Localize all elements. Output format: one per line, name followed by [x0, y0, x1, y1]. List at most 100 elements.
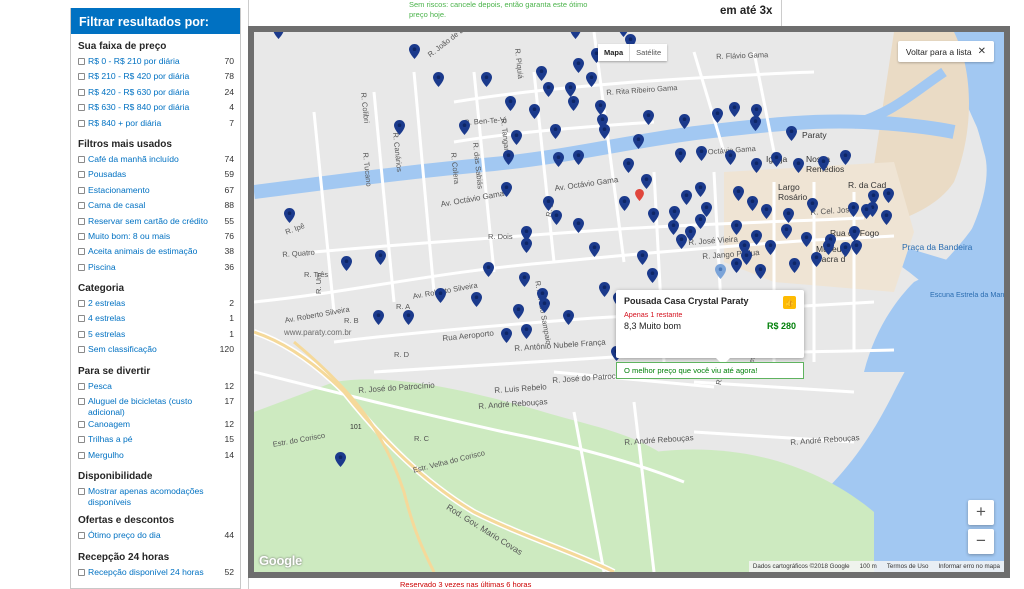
hotel-pin-icon[interactable] [801, 232, 812, 247]
filter-checkbox[interactable] [78, 263, 85, 271]
hotel-pin-icon[interactable] [543, 196, 554, 211]
hotel-pin-icon[interactable] [765, 240, 776, 255]
hotel-pin-icon[interactable] [521, 238, 532, 253]
hotel-pin-icon[interactable] [747, 196, 758, 211]
filter-option[interactable]: 2 estrelas 2 [78, 297, 234, 312]
hotel-pin-icon[interactable] [619, 196, 630, 211]
hotel-pin-icon[interactable] [750, 116, 761, 131]
hotel-pin-icon[interactable] [712, 108, 723, 123]
filter-option[interactable]: Canoagem 12 [78, 418, 234, 433]
hotel-pin-icon[interactable] [755, 264, 766, 279]
zoom-in-button[interactable]: + [968, 500, 994, 525]
filter-checkbox[interactable] [78, 451, 85, 459]
hotel-pin-icon[interactable] [849, 226, 860, 241]
hotel-pin-icon[interactable] [641, 174, 652, 189]
hotel-pin-icon[interactable] [529, 104, 540, 119]
hotel-pin-icon[interactable] [807, 198, 818, 213]
hotel-pin-icon[interactable] [483, 262, 494, 277]
map-canvas[interactable]: www.paraty.com.br Escuna Estrela da Manhã… [254, 32, 1004, 572]
filter-option[interactable]: Café da manhã incluído 74 [78, 153, 234, 168]
hotel-pin-icon[interactable] [781, 224, 792, 239]
filter-option[interactable]: R$ 420 - R$ 630 por diária 24 [78, 86, 234, 101]
hotel-pin-icon[interactable] [550, 124, 561, 139]
back-to-list-button[interactable]: Voltar para a lista ✕ [897, 41, 994, 62]
popup-hotel-name[interactable]: Pousada Casa Crystal Paraty [624, 296, 796, 306]
terms-link[interactable]: Termos de Uso [887, 563, 929, 570]
hotel-pin-icon[interactable] [565, 82, 576, 97]
filter-option[interactable]: Mergulho 14 [78, 449, 234, 464]
filter-checkbox[interactable] [78, 155, 85, 163]
hotel-pin-icon[interactable] [435, 288, 446, 303]
hotel-pin-icon[interactable] [647, 268, 658, 283]
hotel-pin-icon[interactable] [741, 250, 752, 265]
hotel-pin-icon[interactable] [471, 292, 482, 307]
hotel-pin-icon[interactable] [881, 210, 892, 225]
hotel-pin-icon[interactable] [505, 96, 516, 111]
hotel-pin-icon[interactable] [481, 72, 492, 87]
hotel-pin-icon[interactable] [668, 220, 679, 235]
filter-option[interactable]: R$ 630 - R$ 840 por diária 4 [78, 101, 234, 116]
hotel-pin-icon[interactable] [551, 210, 562, 225]
hotel-pin-icon[interactable] [696, 146, 707, 161]
filter-checkbox[interactable] [78, 300, 85, 308]
hotel-pin-icon[interactable] [273, 32, 284, 39]
hotel-pin-icon[interactable] [341, 256, 352, 271]
hotel-pin-icon[interactable] [599, 282, 610, 297]
hotel-pin-icon[interactable] [568, 96, 579, 111]
filter-checkbox[interactable] [78, 186, 85, 194]
hotel-pin-icon[interactable] [786, 126, 797, 141]
filter-checkbox[interactable] [78, 217, 85, 225]
filter-checkbox[interactable] [78, 232, 85, 240]
hotel-pin-icon[interactable] [695, 182, 706, 197]
hotel-pin-icon[interactable] [394, 120, 405, 135]
hotel-pin-icon[interactable] [751, 230, 762, 245]
filter-option[interactable]: R$ 840 + por diária 7 [78, 117, 234, 132]
filter-checkbox[interactable] [78, 382, 85, 390]
filter-checkbox[interactable] [78, 346, 85, 354]
hotel-pin-icon[interactable] [633, 134, 644, 149]
filter-option[interactable]: Reservar sem cartão de crédito 55 [78, 215, 234, 230]
map-type-satellite-button[interactable]: Satélite [629, 44, 667, 61]
hotel-pin-icon[interactable] [669, 206, 680, 221]
filter-option[interactable]: Muito bom: 8 ou mais 76 [78, 230, 234, 245]
filter-option[interactable]: R$ 210 - R$ 420 por diária 78 [78, 70, 234, 85]
filter-checkbox[interactable] [78, 532, 85, 540]
map-type-map-button[interactable]: Mapa [598, 44, 629, 61]
hotel-pin-icon[interactable] [501, 328, 512, 343]
hotel-pin-icon[interactable] [403, 310, 414, 325]
hotel-pin-icon[interactable] [521, 324, 532, 339]
hotel-pin-icon[interactable] [793, 158, 804, 173]
hotel-pin-icon[interactable] [623, 158, 634, 173]
filter-option[interactable]: Recepção disponível 24 horas 52 [78, 566, 234, 581]
hotel-pin-icon[interactable] [771, 152, 782, 167]
hotel-pin-icon[interactable] [335, 452, 346, 467]
filter-checkbox[interactable] [78, 248, 85, 256]
filter-option[interactable]: R$ 0 - R$ 210 por diária 70 [78, 55, 234, 70]
hotel-pin-icon[interactable] [459, 120, 470, 135]
hotel-pin-icon[interactable] [840, 150, 851, 165]
filter-checkbox[interactable] [78, 88, 85, 96]
hotel-pin-icon[interactable] [595, 100, 606, 115]
filter-checkbox[interactable] [78, 568, 85, 576]
zoom-out-button[interactable]: − [968, 529, 994, 554]
hotel-pin-icon[interactable] [589, 242, 600, 257]
hotel-pin-icon[interactable] [409, 44, 420, 59]
filter-option[interactable]: Trilhas a pé 15 [78, 433, 234, 448]
hotel-pin-icon[interactable] [761, 204, 772, 219]
hotel-pin-icon[interactable] [823, 240, 834, 255]
hotel-pin-icon[interactable] [789, 258, 800, 273]
hotel-pin-icon[interactable] [695, 214, 706, 229]
hotel-pin-icon[interactable] [729, 102, 740, 117]
hotel-pin-icon[interactable] [573, 150, 584, 165]
hotel-pin-icon[interactable] [679, 114, 690, 129]
hotel-pin-icon[interactable] [725, 150, 736, 165]
filter-checkbox[interactable] [78, 398, 85, 406]
hotel-pin-icon[interactable] [511, 130, 522, 145]
hotel-popup[interactable]: Pousada Casa Crystal Paraty 👍 Apenas 1 r… [616, 290, 804, 365]
filter-checkbox[interactable] [78, 421, 85, 429]
filter-option[interactable]: Aceita animais de estimação 38 [78, 245, 234, 260]
hotel-pin-icon[interactable] [536, 66, 547, 81]
hotel-pin-icon[interactable] [373, 310, 384, 325]
hotel-pin-icon[interactable] [519, 272, 530, 287]
hotel-pin-icon[interactable] [501, 182, 512, 197]
